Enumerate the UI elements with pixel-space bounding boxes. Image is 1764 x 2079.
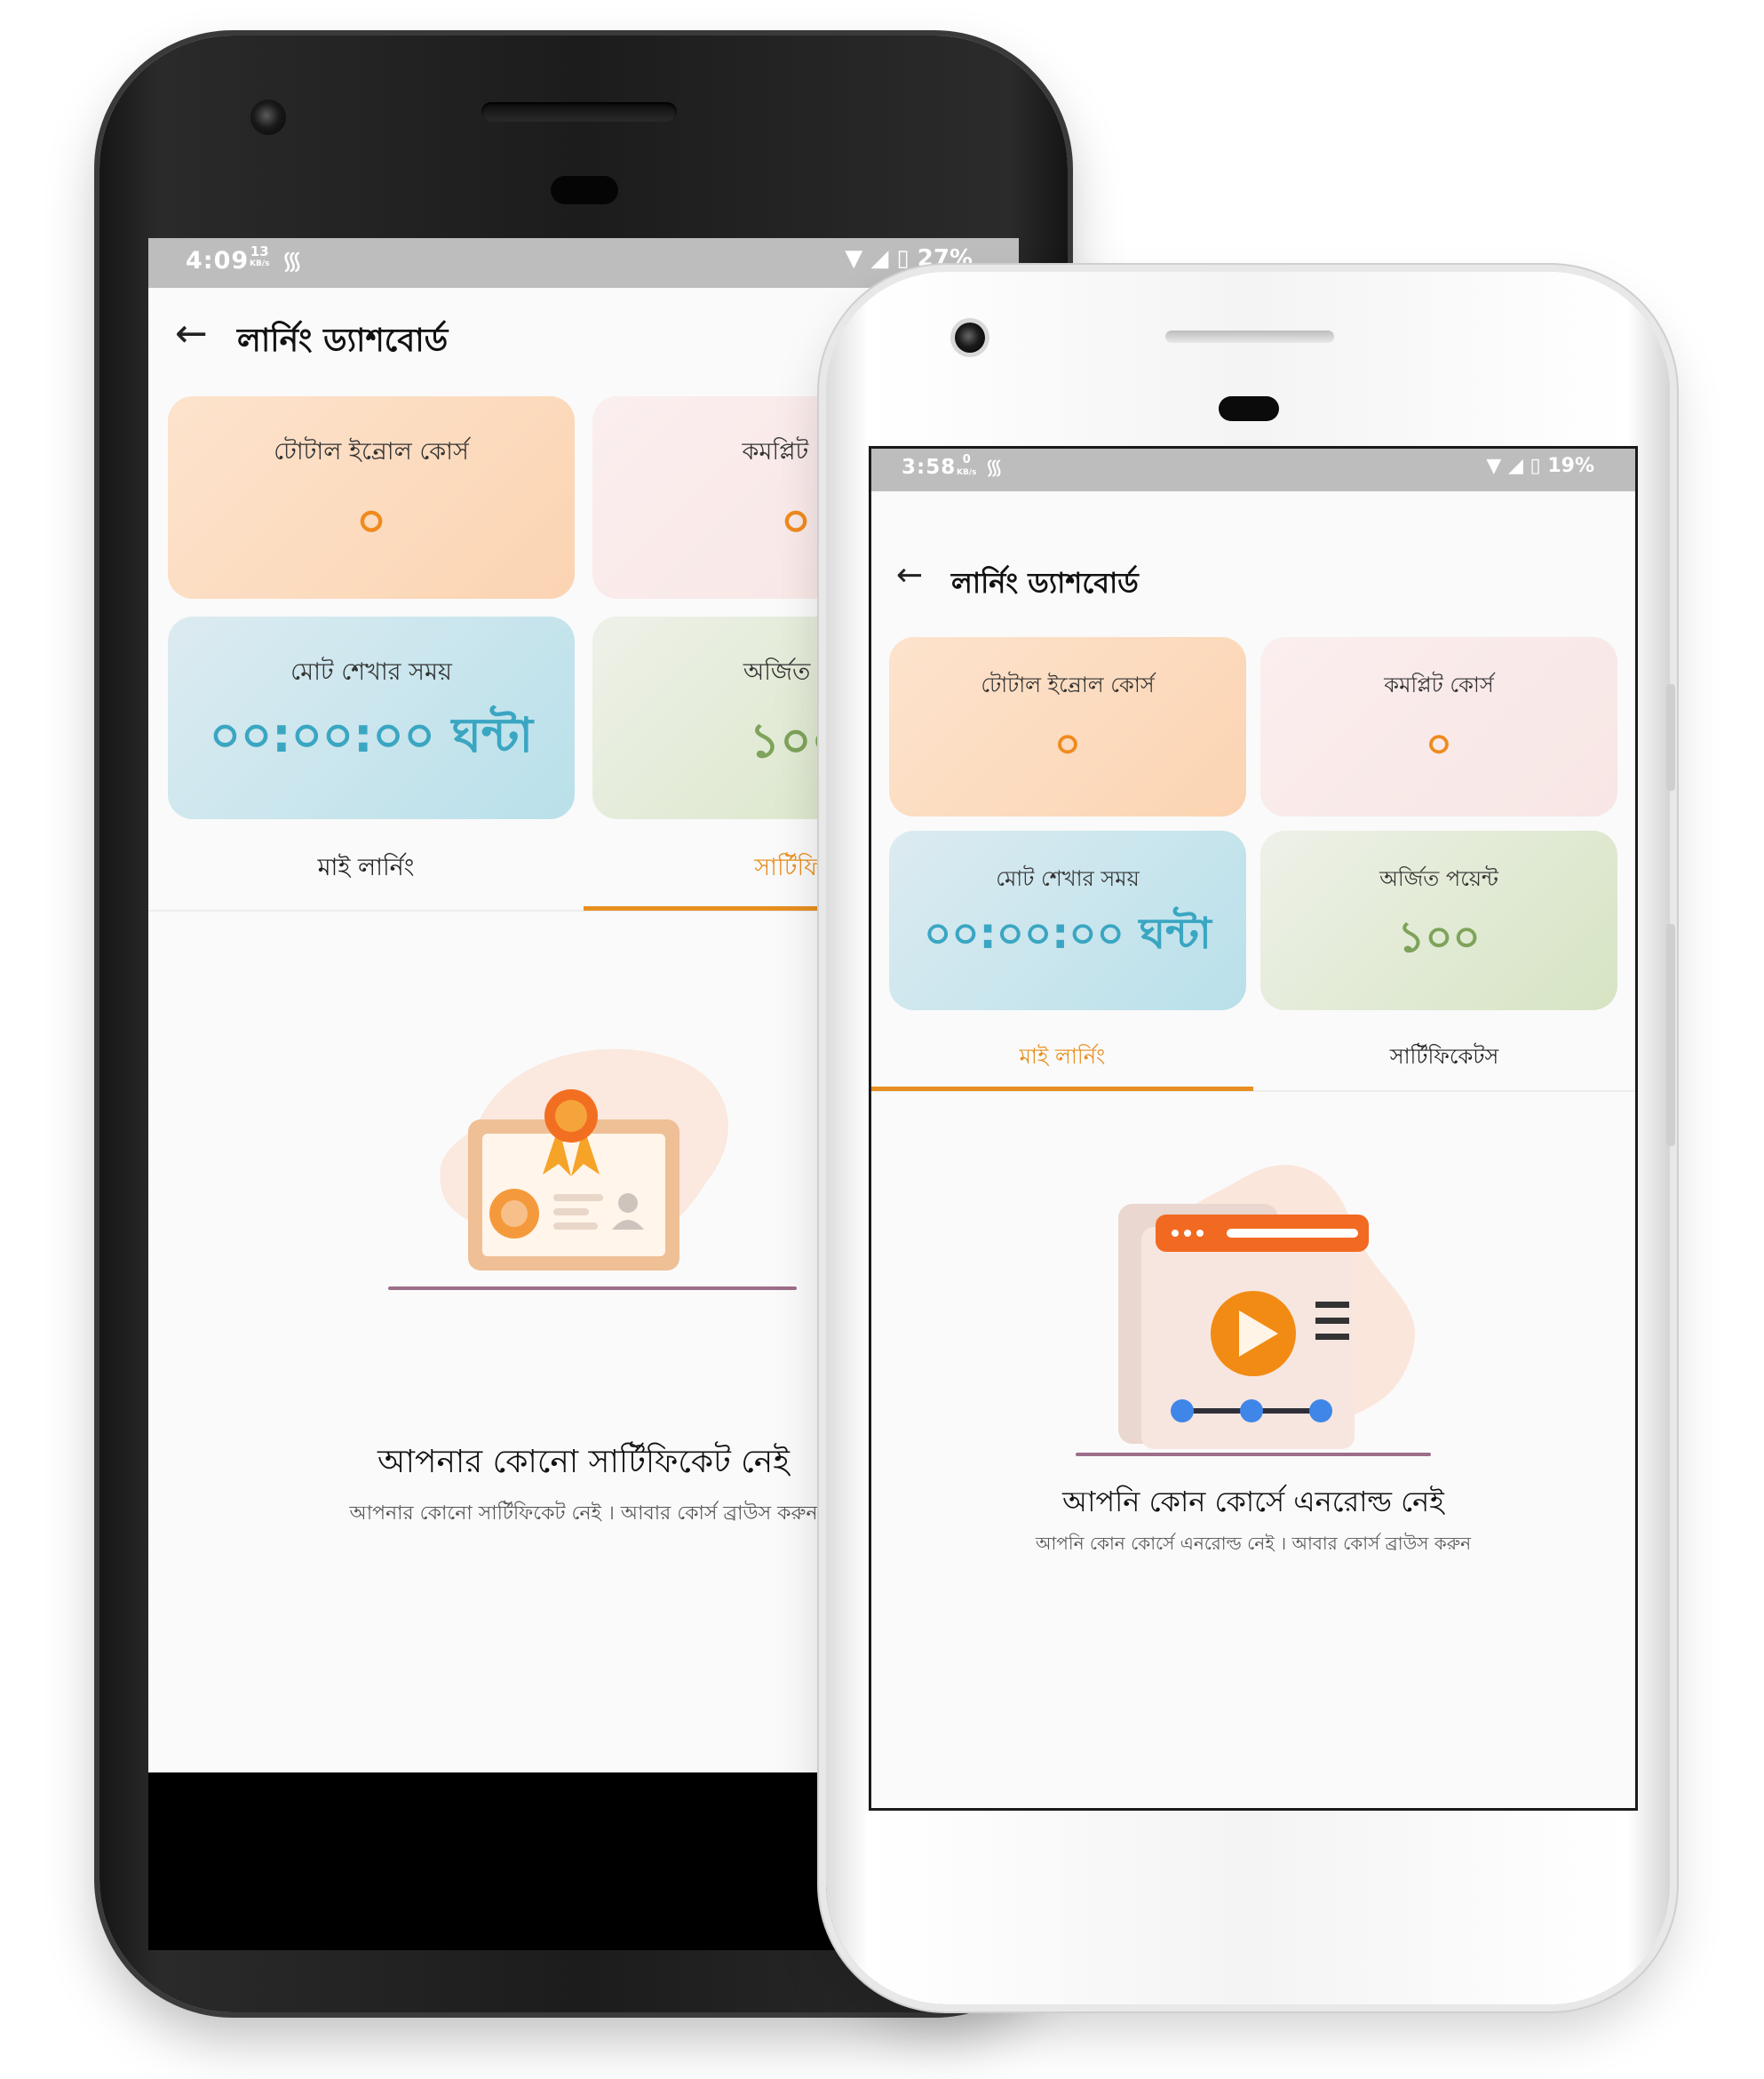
wifi-icon: ▼ (1486, 455, 1502, 477)
front-camera (955, 323, 985, 353)
card-points[interactable]: অর্জিত পয়েন্ট ১০০ (1260, 831, 1617, 1010)
empty-state-subtitle: আপনি কোন কোর্সে এনরোল্ড নেই । আবার কোর্স… (1035, 1533, 1472, 1554)
status-time: 3:58 (902, 456, 957, 479)
signal-icon: ◢ (870, 245, 889, 272)
battery-icon: ▯ (1530, 455, 1541, 477)
front-phone-screen: 3:58 0 KB/s ᯾ ▼ ◢ ▯ 19% ← লার্নিং ড্যাশব… (869, 446, 1638, 1811)
card-learning-time[interactable]: মোট শেখার সময় ০০:০০:০০ ঘন্টা (889, 831, 1246, 1010)
page-title: লার্নিং ড্যাশবোর্ড (951, 566, 1139, 600)
signal-icon: ◢ (1507, 455, 1523, 477)
card-label: মোট শেখার সময় (996, 866, 1140, 891)
network-speed: 0 KB/s (957, 453, 977, 478)
front-phone-device: 3:58 0 KB/s ᯾ ▼ ◢ ▯ 19% ← লার্নিং ড্যাশব… (826, 272, 1670, 2004)
tab-indicator (871, 1087, 1253, 1091)
battery-percent: 27% (917, 245, 973, 272)
network-speed: 13 KB/s (250, 243, 270, 269)
card-label: টোটাল ইন্রোল কোর্স (981, 673, 1155, 697)
card-completed[interactable]: কমপ্লিট কোর্স ০ (1260, 637, 1617, 816)
card-value: ০ (1054, 720, 1081, 768)
status-icons: ▼ ◢ ▯ 19% (1486, 455, 1594, 477)
video-course-illustration (1076, 1165, 1431, 1456)
card-value: ০০:০০:০০ ঘন্টা (924, 909, 1212, 959)
card-total-enrolled[interactable]: টোটাল ইন্রোল কোর্স ০ (889, 637, 1246, 816)
empty-state-title: আপনি কোন কোর্সে এনরোল্ড নেই (1062, 1485, 1444, 1518)
proximity-sensor (1219, 396, 1279, 421)
card-value: ০০:০০:০০ ঘন্টা (209, 707, 534, 763)
status-time: 4:09 (186, 247, 250, 275)
earpiece-speaker (481, 102, 677, 122)
status-icons: ▼ ◢ ▯ 27% (845, 245, 973, 272)
activity-icon: ᯾ (282, 246, 303, 275)
front-camera (250, 100, 286, 135)
card-value: ০ (1426, 720, 1452, 768)
card-value: ০ (356, 495, 386, 548)
back-arrow-icon[interactable]: ← (896, 557, 923, 593)
page-title: লার্নিং ড্যাশবোর্ড (237, 323, 449, 359)
battery-icon: ▯ (896, 245, 910, 272)
card-value: ১০০ (1397, 912, 1481, 962)
card-label: অর্জিত পয়েন্ট (1379, 866, 1498, 891)
card-label: মোট শেখার সময় (290, 658, 452, 686)
card-label: টোটাল ইন্রোল কোর্স (274, 438, 469, 466)
activity-icon: ᯾ (985, 455, 1004, 480)
status-bar: 4:09 13 KB/s ᯾ ▼ ◢ ▯ 27% (148, 238, 1019, 288)
tab-my-learning[interactable]: মাই লার্নিং (871, 1040, 1253, 1076)
proximity-sensor (551, 176, 618, 204)
status-bar: 3:58 0 KB/s ᯾ ▼ ◢ ▯ 19% (871, 449, 1635, 491)
earpiece-speaker (1165, 331, 1334, 343)
card-learning-time[interactable]: মোট শেখার সময় ০০:০০:০০ ঘন্টা (168, 617, 575, 819)
certificate-illustration (388, 1048, 797, 1290)
tab-certificates[interactable]: সার্টিফিকেটস (1253, 1040, 1635, 1076)
power-button (1666, 684, 1675, 791)
wifi-icon: ▼ (845, 245, 863, 272)
tab-my-learning[interactable]: মাই লার্নিং (148, 849, 584, 889)
back-arrow-icon[interactable]: ← (175, 311, 208, 356)
volume-button (1666, 924, 1675, 1146)
card-label: কমপ্লিট কোর্স (1384, 673, 1494, 697)
battery-percent: 19% (1547, 455, 1594, 477)
card-total-enrolled[interactable]: টোটাল ইন্রোল কোর্স ০ (168, 396, 575, 599)
